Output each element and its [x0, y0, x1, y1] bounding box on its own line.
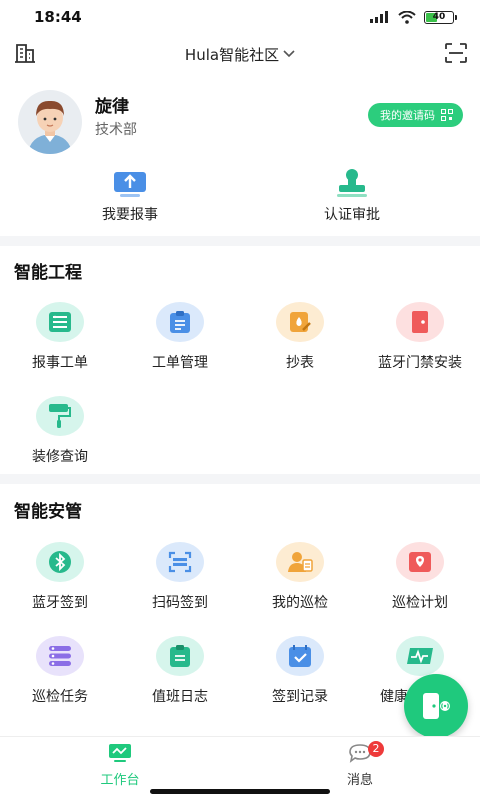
- door-signal-icon: [423, 693, 450, 719]
- home-indicator: [150, 789, 330, 794]
- community-selector[interactable]: Hula智能社区: [185, 44, 295, 65]
- scan-icon[interactable]: [444, 42, 468, 64]
- top-header: Hula智能社区: [0, 34, 480, 74]
- upload-report-icon: [114, 172, 146, 197]
- grid-item-meter-reading[interactable]: 抄表: [240, 302, 360, 392]
- building-icon[interactable]: [14, 42, 36, 64]
- signal-icon: [370, 11, 388, 23]
- inspector-icon: [288, 552, 313, 572]
- battery-icon: 40: [424, 10, 457, 24]
- grid-item-checkin-record[interactable]: 签到记录: [240, 636, 360, 726]
- tab-messages[interactable]: 2 消息: [300, 741, 420, 788]
- grid-item-report-order[interactable]: 报事工单: [0, 302, 120, 392]
- avatar-illustration: [28, 100, 72, 154]
- grid-item-order-manage[interactable]: 工单管理: [120, 302, 240, 392]
- meter-read-icon: [290, 312, 311, 332]
- grid-item-inspection-task[interactable]: 巡检任务: [0, 636, 120, 726]
- section-divider: [0, 236, 480, 246]
- grid-item-scan-checkin[interactable]: 扫码签到: [120, 542, 240, 632]
- grid-item-my-inspection[interactable]: 我的巡检: [240, 542, 360, 632]
- quick-action-approval[interactable]: 认证审批: [282, 168, 422, 224]
- section-title-engineering: 智能工程: [14, 263, 82, 283]
- form-list-icon: [49, 312, 71, 332]
- grid-item-bluetooth-checkin[interactable]: 蓝牙签到: [0, 542, 120, 632]
- quick-actions: 我要报事 认证审批: [0, 168, 480, 230]
- quick-action-report-label: 我要报事: [102, 207, 158, 223]
- scan-icon: [168, 551, 192, 573]
- status-bar: 18:44 40: [0, 0, 480, 34]
- profile-card: 旋律 技术部 我的邀请码: [0, 80, 480, 156]
- grid-item-bluetooth-door[interactable]: 蓝牙门禁安装: [360, 302, 480, 392]
- bluetooth-door-open-button[interactable]: [404, 674, 468, 738]
- tab-workbench-label: 工作台: [100, 773, 140, 788]
- grid-item-inspection-plan[interactable]: 巡检计划: [360, 542, 480, 632]
- door-icon: [412, 311, 428, 333]
- duty-log-icon: [170, 645, 190, 667]
- workbench-icon: [109, 744, 131, 762]
- qr-code-icon: [441, 109, 453, 121]
- invite-code-button[interactable]: 我的邀请码: [368, 103, 463, 127]
- avatar[interactable]: [18, 90, 82, 154]
- quick-action-approval-label: 认证审批: [324, 207, 380, 223]
- user-department: 技术部: [95, 122, 137, 138]
- paint-roller-icon: [49, 404, 71, 428]
- bluetooth-icon: [49, 551, 71, 573]
- checkin-record-icon: [289, 645, 311, 667]
- status-icons: 40: [370, 10, 457, 24]
- task-stack-icon: [49, 646, 71, 666]
- wifi-icon: [398, 10, 416, 24]
- chevron-down-icon: [283, 50, 295, 58]
- section-divider: [0, 474, 480, 484]
- status-time: 18:44: [34, 8, 82, 26]
- health-pulse-icon: [407, 648, 433, 664]
- tab-workbench[interactable]: 工作台: [60, 743, 180, 788]
- community-name: Hula智能社区: [184, 45, 280, 64]
- message-count-badge: 2: [368, 741, 384, 757]
- section-title-security: 智能安管: [14, 502, 82, 522]
- location-card-icon: [409, 552, 431, 572]
- grid-item-renovation-query[interactable]: 装修查询: [0, 396, 120, 486]
- clipboard-list-icon: [170, 311, 190, 333]
- user-name: 旋律: [95, 97, 129, 117]
- tab-messages-label: 消息: [346, 773, 373, 788]
- stamp-icon: [337, 169, 367, 197]
- quick-action-report[interactable]: 我要报事: [60, 168, 200, 224]
- invite-code-label: 我的邀请码: [380, 109, 435, 122]
- battery-level: 40: [432, 11, 446, 22]
- grid-item-duty-log[interactable]: 值班日志: [120, 636, 240, 726]
